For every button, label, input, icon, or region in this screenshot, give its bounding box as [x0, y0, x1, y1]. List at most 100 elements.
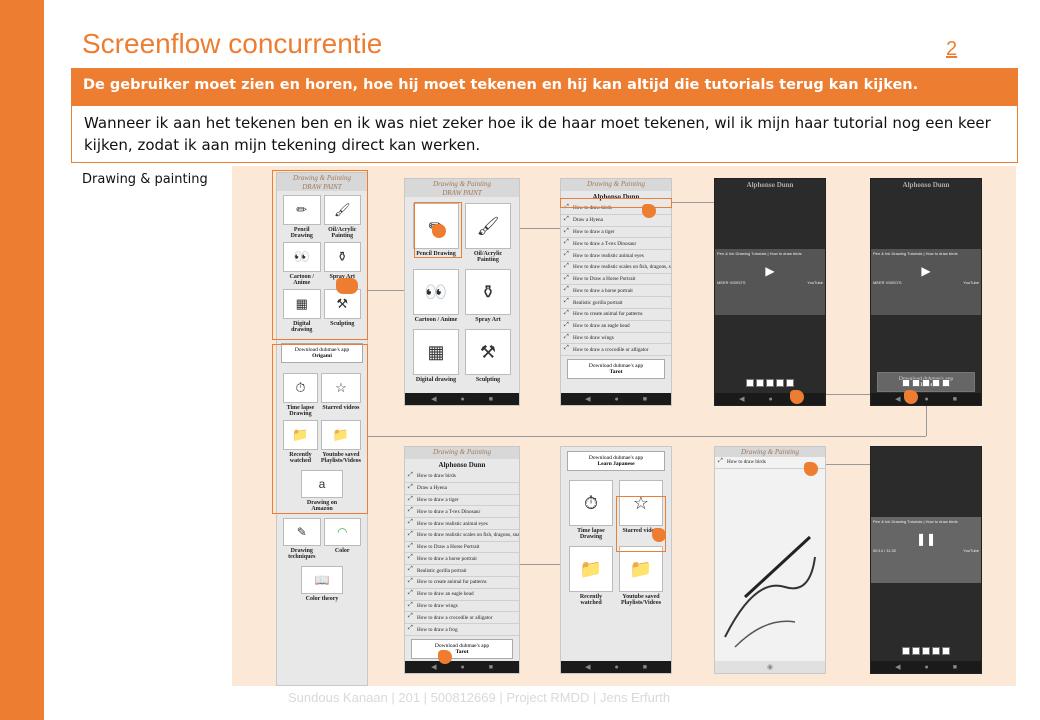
recents-icon[interactable]: ■ — [489, 664, 493, 671]
play-icon[interactable]: ▶ — [715, 264, 825, 278]
flow-connector — [368, 290, 404, 291]
home-icon[interactable]: ● — [768, 396, 772, 403]
list-item[interactable]: Draw a Hyena — [405, 483, 519, 495]
recents-icon[interactable]: ■ — [953, 664, 957, 671]
home-icon[interactable]: ● — [614, 396, 618, 403]
heart-icon[interactable] — [922, 647, 930, 655]
list-item[interactable]: How to draw a T-rex Dinosaur — [561, 238, 671, 251]
back-icon[interactable]: ◀ — [585, 663, 590, 671]
category-timelapse[interactable]: ⏱ Time lapse Drawing — [569, 480, 613, 540]
list-item[interactable]: How to draw wings — [561, 333, 671, 345]
back-icon[interactable]: ◀ — [585, 395, 590, 403]
back-icon[interactable]: ◀ — [431, 395, 436, 403]
category-spray[interactable]: ⚱ Spray Art — [465, 269, 511, 323]
category-oil[interactable]: 🖌 Oil/Acrylic Painting — [465, 203, 511, 263]
requirement-header: De gebruiker moet zien en horen, hoe hij… — [71, 68, 1018, 106]
home-icon[interactable]: ● — [460, 664, 464, 671]
play-icon[interactable]: ▶ — [871, 264, 981, 278]
share-icon[interactable] — [756, 379, 764, 387]
list-item[interactable]: How to create animal fur patterns — [405, 577, 519, 589]
list-item[interactable]: How to draw realistic scales on fish, dr… — [405, 530, 519, 542]
tool-icon[interactable] — [746, 379, 754, 387]
list-item[interactable]: How to draw an eagle head — [561, 321, 671, 333]
list-item[interactable]: How to draw a frog — [405, 624, 519, 636]
list-item[interactable]: How to draw wings — [405, 601, 519, 613]
hand-pointer-icon — [804, 462, 818, 476]
recents-icon[interactable]: ■ — [643, 396, 647, 403]
list-item[interactable]: How to draw realistic animal eyes — [561, 250, 671, 262]
promo-app-name: Learn Japanese — [597, 461, 635, 467]
list-item[interactable]: How to create animal fur patterns — [561, 309, 671, 321]
promo-japanese[interactable]: Download duhmae's app Learn Japanese — [567, 451, 665, 471]
tool-icon[interactable] — [902, 379, 910, 387]
search-icon[interactable] — [932, 379, 940, 387]
more-videos-button[interactable]: MEER VIDEO'S — [717, 280, 746, 285]
home-icon[interactable]: ● — [924, 396, 928, 403]
home-icon[interactable]: ● — [924, 664, 928, 671]
recents-icon[interactable]: ■ — [643, 664, 647, 671]
category-recent[interactable]: 📁 Recently watched — [569, 546, 613, 606]
list-item[interactable]: How to draw a horse portrait — [561, 285, 671, 298]
recents-icon[interactable]: ■ — [953, 396, 957, 403]
list-item[interactable]: Draw a Hyena — [561, 215, 671, 227]
list-item[interactable]: How to Draw a Horse Portrait — [405, 542, 519, 554]
category-cartoon[interactable]: 👀 Cartoon / Anime — [413, 269, 459, 323]
gear-icon[interactable] — [786, 379, 794, 387]
list-item[interactable]: How to draw a crocodile or alligator — [561, 344, 671, 357]
category-color-theory[interactable]: 📖 Color theory — [301, 566, 343, 602]
category-sculpting[interactable]: ⚒ Sculpting — [465, 329, 511, 383]
search-icon[interactable] — [932, 647, 940, 655]
category-youtube-saved[interactable]: 📁 Youtube saved Playlists/Videos — [619, 546, 663, 606]
list-item[interactable]: How to Draw a Horse Portrait — [561, 274, 671, 286]
list-item[interactable]: How to draw a tiger — [561, 227, 671, 239]
star-icon[interactable] — [942, 379, 950, 387]
app-title: Drawing & Painting — [433, 180, 491, 188]
video-title: Pen & Ink Drawing Tutorials | How to dra… — [873, 519, 958, 524]
page-number-link[interactable]: 2 — [946, 38, 957, 61]
pause-icon[interactable]: ❚❚ — [871, 532, 981, 546]
share-icon[interactable] — [912, 379, 920, 387]
list-item[interactable]: How to draw an eagle head — [405, 589, 519, 601]
promo-tarot[interactable]: Download duhmae's appTarot — [567, 359, 665, 380]
recents-icon[interactable]: ■ — [489, 396, 493, 403]
video-frame[interactable]: Pen & Ink Drawing Tutorials | How to dra… — [715, 249, 825, 315]
list-item[interactable]: How to draw a T-rex Dinosaur — [405, 506, 519, 519]
slide-title: Screenflow concurrentie — [82, 28, 383, 59]
promo-tarot[interactable]: Download duhmae's appTarot — [411, 638, 513, 659]
back-icon[interactable]: ◀ — [895, 395, 900, 403]
screen-video-player: Alphonso Dunn Pen & Ink Drawing Tutorial… — [714, 178, 826, 406]
list-item[interactable]: Realistic gorilla portrait — [405, 565, 519, 578]
home-icon[interactable]: ● — [614, 664, 618, 671]
more-videos-button[interactable]: MEER VIDEO'S — [873, 280, 902, 285]
video-frame[interactable]: Pen & Ink Drawing Tutorials | How to dra… — [871, 517, 981, 583]
list-item[interactable]: How to draw realistic animal eyes — [405, 518, 519, 530]
tutorial-list: How to draw birds Draw a Hyena How to dr… — [405, 471, 519, 636]
heart-icon[interactable] — [766, 379, 774, 387]
list-item[interactable]: How to draw birds — [405, 471, 519, 483]
tool-icon[interactable] — [902, 647, 910, 655]
category-label: Oil/Acrylic Painting — [473, 251, 503, 263]
flow-connector — [368, 436, 926, 437]
category-techniques[interactable]: ✎ Drawing techniques — [283, 518, 321, 560]
category-color[interactable]: ◠ Color — [323, 518, 361, 560]
menu-icon[interactable]: ◉ — [767, 663, 773, 671]
hand-pointer-icon — [432, 224, 446, 238]
video-time: 00:14 / 11:32 — [873, 548, 897, 553]
list-item[interactable]: How to draw realistic scales on fish, dr… — [561, 262, 671, 274]
back-icon[interactable]: ◀ — [431, 663, 436, 671]
list-item[interactable]: How to draw a horse portrait — [405, 553, 519, 566]
back-icon[interactable]: ◀ — [739, 395, 744, 403]
category-digital[interactable]: ▦ Digital drawing — [413, 329, 459, 383]
star-icon[interactable] — [942, 647, 950, 655]
home-icon[interactable]: ● — [460, 396, 464, 403]
video-frame[interactable]: Pen & Ink Drawing Tutorials | How to dra… — [871, 249, 981, 315]
list-item[interactable]: How to draw a crocodile or alligator — [405, 612, 519, 625]
search-icon[interactable] — [776, 379, 784, 387]
back-icon[interactable]: ◀ — [895, 663, 900, 671]
list-item[interactable]: How to draw a tiger — [405, 495, 519, 507]
youtube-label: YouTube — [807, 280, 823, 285]
channel-title: Alphonso Dunn — [746, 181, 794, 189]
share-icon[interactable] — [912, 647, 920, 655]
heart-icon[interactable] — [922, 379, 930, 387]
list-item[interactable]: Realistic gorilla portrait — [561, 297, 671, 310]
